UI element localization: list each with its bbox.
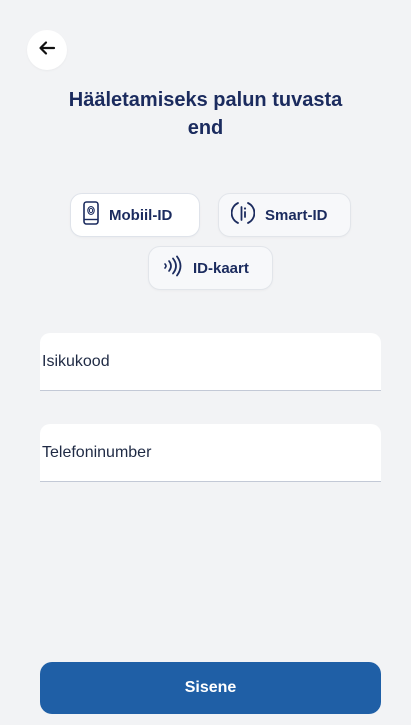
page-title: Hääletamiseks palun tuvasta end xyxy=(68,89,343,139)
nfc-icon xyxy=(161,255,183,281)
arrow-left-icon xyxy=(38,39,56,62)
isikukood-input[interactable] xyxy=(42,352,381,371)
telefon-field-container xyxy=(40,424,381,482)
id-kaart-option[interactable]: ID-kaart xyxy=(148,246,273,290)
sisene-button[interactable]: Sisene xyxy=(40,662,381,714)
smart-id-icon xyxy=(230,200,256,230)
mobiil-id-label: Mobiil-ID xyxy=(109,206,173,224)
isikukood-field-container xyxy=(40,333,381,391)
id-kaart-label: ID-kaart xyxy=(193,259,249,277)
mobiil-id-option[interactable]: Mobiil-ID xyxy=(70,193,200,237)
smart-id-label: Smart-ID xyxy=(265,206,328,224)
phone-fingerprint-icon xyxy=(83,201,99,229)
back-button[interactable] xyxy=(27,30,67,70)
telefoninumber-input[interactable] xyxy=(42,443,381,462)
smart-id-option[interactable]: Smart-ID xyxy=(218,193,351,237)
